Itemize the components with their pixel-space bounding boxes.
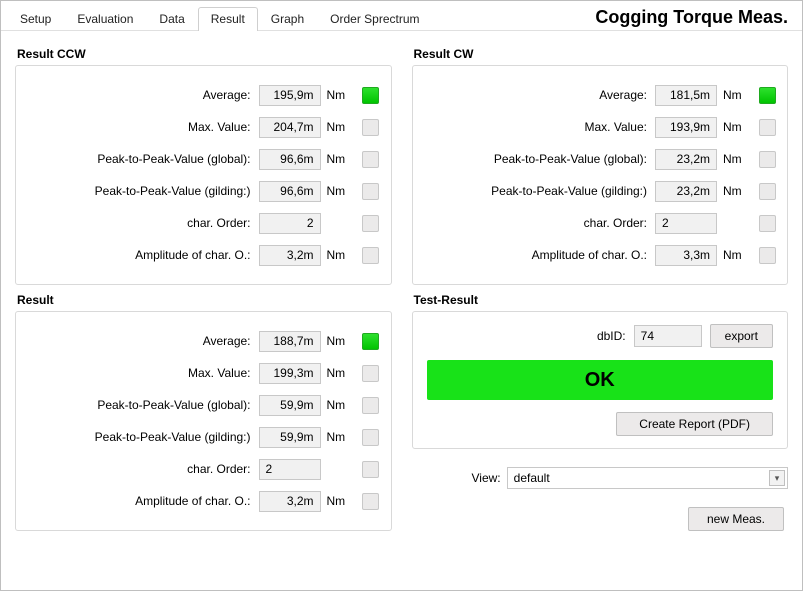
ccw-p2p-global-value: 96,6m: [259, 149, 321, 170]
ccw-amp-char-led: [362, 247, 379, 264]
unit: Nm: [723, 248, 751, 262]
unit: Nm: [723, 184, 751, 198]
app-window: Setup Evaluation Data Result Graph Order…: [0, 0, 803, 591]
chevron-down-icon: ▾: [769, 470, 785, 486]
label-p2p-gilding: Peak-to-Peak-Value (gilding:): [22, 430, 253, 444]
unit: Nm: [723, 152, 751, 166]
cw-max-value: 193,9m: [655, 117, 717, 138]
label-max: Max. Value:: [419, 120, 650, 134]
unit: Nm: [327, 430, 355, 444]
cw-p2p-gilding-led: [759, 183, 776, 200]
res-p2p-global-value: 59,9m: [259, 395, 321, 416]
content: Result CCW Average: 195,9m Nm Max. Value…: [1, 31, 802, 541]
res-p2p-gilding-led: [362, 429, 379, 446]
unit: Nm: [327, 248, 355, 262]
panel-test-result: Test-Result dbID: 74 export OK Create Re…: [412, 293, 789, 531]
cw-average-value: 181,5m: [655, 85, 717, 106]
ccw-max-value: 204,7m: [259, 117, 321, 138]
panel-cw: Result CW Average: 181,5m Nm Max. Value:…: [412, 47, 789, 285]
unit: Nm: [723, 88, 751, 102]
view-label: View:: [412, 471, 501, 485]
label-p2p-global: Peak-to-Peak-Value (global):: [22, 398, 253, 412]
ccw-char-order-led: [362, 215, 379, 232]
label-amp-char: Amplitude of char. O.:: [419, 248, 650, 262]
res-p2p-gilding-value: 59,9m: [259, 427, 321, 448]
res-average-value: 188,7m: [259, 331, 321, 352]
panel-result: Result Average: 188,7m Nm Max. Value: 19…: [15, 293, 392, 531]
view-select-value: default: [514, 471, 550, 485]
ccw-p2p-gilding-led: [362, 183, 379, 200]
ccw-max-led: [362, 119, 379, 136]
res-char-order-led: [362, 461, 379, 478]
res-max-value: 199,3m: [259, 363, 321, 384]
unit: Nm: [327, 334, 355, 348]
cw-p2p-global-led: [759, 151, 776, 168]
unit: Nm: [327, 366, 355, 380]
label-max: Max. Value:: [22, 366, 253, 380]
label-amp-char: Amplitude of char. O.:: [22, 494, 253, 508]
unit: Nm: [327, 88, 355, 102]
panel-ccw: Result CCW Average: 195,9m Nm Max. Value…: [15, 47, 392, 285]
label-p2p-gilding: Peak-to-Peak-Value (gilding:): [22, 184, 253, 198]
page-title: Cogging Torque Meas.: [595, 7, 802, 30]
ok-status: OK: [427, 360, 774, 400]
panel-result-title: Result: [17, 293, 392, 307]
unit: Nm: [327, 398, 355, 412]
label-char-order: char. Order:: [22, 216, 253, 230]
cw-amp-char-value: 3,3m: [655, 245, 717, 266]
view-select[interactable]: default ▾: [507, 467, 788, 489]
unit: Nm: [327, 120, 355, 134]
label-char-order: char. Order:: [22, 462, 253, 476]
label-char-order: char. Order:: [419, 216, 650, 230]
ccw-average-led: [362, 87, 379, 104]
topbar: Setup Evaluation Data Result Graph Order…: [1, 1, 802, 31]
panel-test-title: Test-Result: [414, 293, 789, 307]
unit: Nm: [723, 120, 751, 134]
label-p2p-gilding: Peak-to-Peak-Value (gilding:): [419, 184, 650, 198]
res-average-led: [362, 333, 379, 350]
label-average: Average:: [22, 334, 253, 348]
dbid-value: 74: [634, 325, 702, 347]
res-max-led: [362, 365, 379, 382]
cw-p2p-global-value: 23,2m: [655, 149, 717, 170]
panel-cw-title: Result CW: [414, 47, 789, 61]
tab-order-spectrum[interactable]: Order Sprectrum: [317, 7, 432, 31]
res-amp-char-value: 3,2m: [259, 491, 321, 512]
cw-max-led: [759, 119, 776, 136]
ccw-amp-char-value: 3,2m: [259, 245, 321, 266]
create-report-button[interactable]: Create Report (PDF): [616, 412, 773, 436]
cw-amp-char-led: [759, 247, 776, 264]
label-p2p-global: Peak-to-Peak-Value (global):: [22, 152, 253, 166]
cw-char-order-led: [759, 215, 776, 232]
tab-result[interactable]: Result: [198, 7, 258, 31]
res-amp-char-led: [362, 493, 379, 510]
export-button[interactable]: export: [710, 324, 773, 348]
res-p2p-global-led: [362, 397, 379, 414]
tab-data[interactable]: Data: [146, 7, 197, 31]
label-max: Max. Value:: [22, 120, 253, 134]
panel-ccw-title: Result CCW: [17, 47, 392, 61]
unit: Nm: [327, 494, 355, 508]
tabstrip: Setup Evaluation Data Result Graph Order…: [7, 6, 595, 30]
dbid-label: dbID:: [597, 329, 626, 343]
cw-average-led: [759, 87, 776, 104]
unit: Nm: [327, 184, 355, 198]
label-amp-char: Amplitude of char. O.:: [22, 248, 253, 262]
label-p2p-global: Peak-to-Peak-Value (global):: [419, 152, 650, 166]
tab-graph[interactable]: Graph: [258, 7, 317, 31]
label-average: Average:: [419, 88, 650, 102]
ccw-char-order-value: 2: [259, 213, 321, 234]
res-char-order-value: 2: [259, 459, 321, 480]
tab-evaluation[interactable]: Evaluation: [64, 7, 146, 31]
ccw-p2p-gilding-value: 96,6m: [259, 181, 321, 202]
cw-p2p-gilding-value: 23,2m: [655, 181, 717, 202]
new-meas-button[interactable]: new Meas.: [688, 507, 784, 531]
ccw-p2p-global-led: [362, 151, 379, 168]
tab-setup[interactable]: Setup: [7, 7, 64, 31]
cw-char-order-value: 2: [655, 213, 717, 234]
ccw-average-value: 195,9m: [259, 85, 321, 106]
unit: Nm: [327, 152, 355, 166]
label-average: Average:: [22, 88, 253, 102]
